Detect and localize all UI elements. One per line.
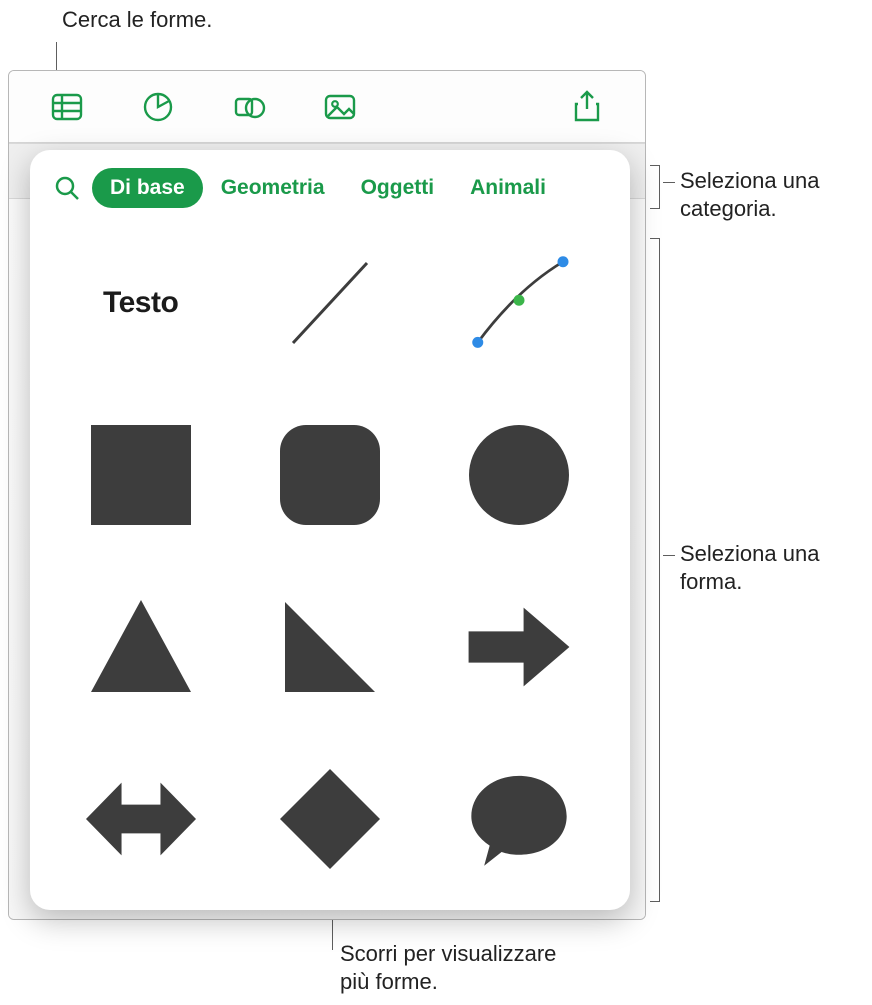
- shapes-icon: [231, 89, 267, 125]
- rounded-square-shape[interactable]: [255, 408, 404, 542]
- callout-scroll: Scorri per visualizzare più forme.: [340, 940, 556, 995]
- rounded-square-icon: [275, 420, 385, 530]
- share-button[interactable]: [557, 83, 617, 131]
- table-icon: [49, 89, 85, 125]
- callout-category: Seleziona una categoria.: [680, 167, 819, 222]
- toolbar: [9, 71, 645, 143]
- text-shape[interactable]: Testo: [66, 236, 215, 370]
- triangle-icon: [86, 592, 196, 702]
- tab-objects[interactable]: Oggetti: [343, 168, 453, 208]
- diamond-icon: [275, 764, 385, 874]
- shape-grid[interactable]: Testo: [30, 226, 630, 910]
- speech-bubble-icon: [464, 764, 574, 874]
- right-triangle-icon: [275, 592, 385, 702]
- diamond-shape[interactable]: [255, 752, 404, 886]
- popover-header: Di base Geometria Oggetti Animali: [30, 150, 630, 226]
- text-shape-label: Testo: [103, 286, 178, 320]
- shapes-button[interactable]: [219, 83, 279, 131]
- callout-shape: Seleziona una forma.: [680, 540, 819, 595]
- chart-button[interactable]: [128, 83, 188, 131]
- bracket-shape: [650, 238, 660, 902]
- callout-search: Cerca le forme.: [62, 6, 212, 34]
- category-tabbar: Di base Geometria Oggetti Animali: [92, 168, 610, 208]
- shapes-popover: Di base Geometria Oggetti Animali Testo: [30, 150, 630, 910]
- curve-icon: [464, 248, 574, 358]
- square-shape[interactable]: [66, 408, 215, 542]
- right-triangle-shape[interactable]: [255, 580, 404, 714]
- share-icon: [569, 89, 605, 125]
- square-icon: [86, 420, 196, 530]
- table-button[interactable]: [37, 83, 97, 131]
- search-button[interactable]: [50, 171, 84, 205]
- line-icon: [275, 248, 385, 358]
- media-button[interactable]: [310, 83, 370, 131]
- bracket-category: [650, 165, 660, 209]
- callout-line: [663, 182, 675, 183]
- media-icon: [322, 89, 358, 125]
- callout-line: [663, 555, 675, 556]
- tab-geometry[interactable]: Geometria: [203, 168, 343, 208]
- arrow-bidir-shape[interactable]: [66, 752, 215, 886]
- arrow-right-shape[interactable]: [445, 580, 594, 714]
- chart-icon: [140, 89, 176, 125]
- tab-animals[interactable]: Animali: [452, 168, 564, 208]
- triangle-shape[interactable]: [66, 580, 215, 714]
- speech-bubble-shape[interactable]: [445, 752, 594, 886]
- arrow-bidir-icon: [86, 764, 196, 874]
- curve-shape[interactable]: [445, 236, 594, 370]
- line-shape[interactable]: [255, 236, 404, 370]
- search-icon: [53, 174, 81, 202]
- circle-shape[interactable]: [445, 408, 594, 542]
- arrow-right-icon: [464, 592, 574, 702]
- circle-icon: [464, 420, 574, 530]
- tab-basic[interactable]: Di base: [92, 168, 203, 208]
